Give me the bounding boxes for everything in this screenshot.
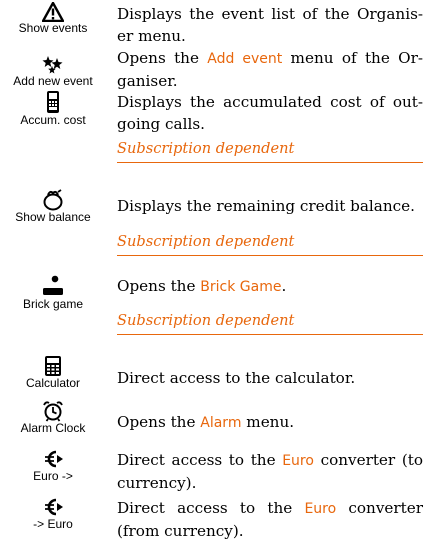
calculator-label: Calculator bbox=[25, 376, 81, 390]
show-balance-description: Displays the remaining credit balance. bbox=[117, 197, 415, 215]
brick-game-description: Opens the Brick Game. bbox=[117, 277, 287, 295]
alarm-link[interactable]: Alarm bbox=[200, 415, 241, 431]
show-balance-label: Show balance bbox=[15, 210, 91, 224]
add-new-event-icon-cell: Add new event bbox=[0, 55, 106, 88]
currency-to-euro-icon-cell: -> Euro bbox=[0, 496, 106, 531]
accum-cost-icon-cell: Accum. cost bbox=[0, 90, 106, 127]
currency-to-euro-description: Direct access to the Euro converter (fro… bbox=[117, 499, 423, 540]
add-new-event-label: Add new event bbox=[13, 74, 93, 88]
alarm-clock-icon bbox=[0, 400, 106, 422]
euro-icon bbox=[0, 496, 106, 518]
wallet-icon bbox=[0, 189, 106, 211]
accum-cost-description: Displays the accumulated cost of out-goi… bbox=[117, 93, 423, 133]
show-balance-icon-cell: Show balance bbox=[0, 189, 106, 224]
calculator-description: Direct access to the calculator. bbox=[117, 369, 356, 387]
brick-game-icon bbox=[0, 274, 106, 298]
calculator-icon-cell: Calculator bbox=[0, 355, 106, 390]
euro-to-currency-label: Euro -> bbox=[33, 469, 73, 483]
show-events-label: Show events bbox=[18, 21, 88, 35]
euro-to-currency-icon-cell: Euro -> bbox=[0, 448, 106, 483]
show-events-icon-cell: Show events bbox=[0, 2, 106, 35]
alarm-clock-description: Opens the Alarm menu. bbox=[117, 413, 295, 431]
accum-cost-label: Accum. cost bbox=[20, 113, 86, 127]
subscription-note-1: Subscription dependent bbox=[117, 138, 423, 163]
warning-triangle-icon bbox=[0, 2, 106, 22]
currency-to-euro-label: -> Euro bbox=[33, 517, 73, 531]
phone-icon bbox=[0, 90, 106, 114]
euro-to-currency-description: Direct access to the Euro converter (to … bbox=[117, 451, 423, 492]
brick-game-label: Brick game bbox=[22, 297, 84, 311]
show-events-description: Displays the event list of the Organis-e… bbox=[117, 5, 423, 45]
brick-game-icon-cell: Brick game bbox=[0, 274, 106, 311]
euro-icon bbox=[0, 448, 106, 470]
subscription-note-2: Subscription dependent bbox=[117, 231, 423, 256]
euro-link-2[interactable]: Euro bbox=[304, 501, 336, 517]
add-event-link[interactable]: Add event bbox=[207, 51, 282, 67]
sparkle-icon bbox=[0, 55, 106, 75]
brick-game-link[interactable]: Brick Game bbox=[200, 279, 281, 295]
alarm-clock-icon-cell: Alarm Clock bbox=[0, 400, 106, 435]
add-new-event-description: Opens the Add event menu of the Or-ganis… bbox=[117, 49, 423, 90]
subscription-note-3: Subscription dependent bbox=[117, 310, 423, 335]
calculator-icon bbox=[0, 355, 106, 377]
alarm-clock-label: Alarm Clock bbox=[20, 421, 86, 435]
manual-page: Show events Displays the event list of t… bbox=[0, 0, 428, 555]
euro-link-1[interactable]: Euro bbox=[282, 453, 314, 469]
